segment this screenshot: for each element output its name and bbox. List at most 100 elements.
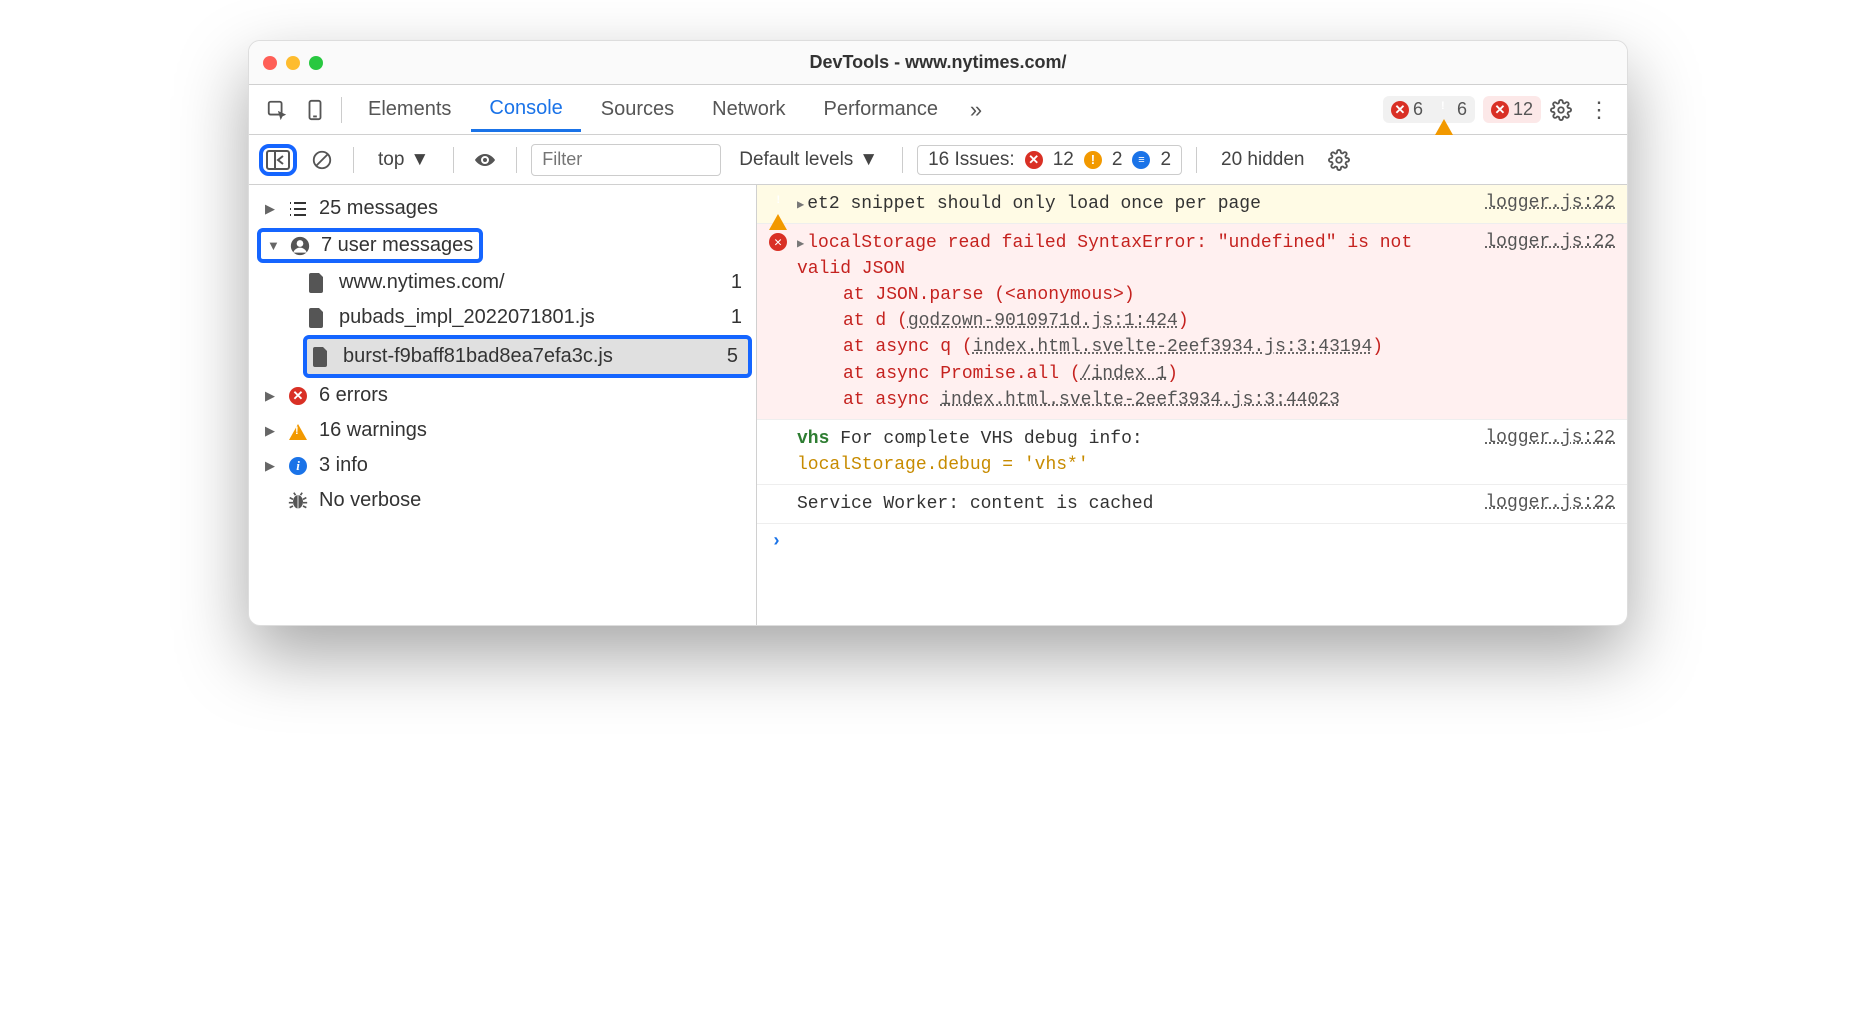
sidebar-file-item[interactable]: pubads_impl_2022071801.js 1 bbox=[303, 300, 752, 335]
filter-input[interactable] bbox=[531, 144, 721, 176]
stack-link[interactable]: index.html.svelte-2eef3934.js:3:44023 bbox=[940, 390, 1340, 410]
header-error-count: 6 bbox=[1413, 99, 1423, 120]
warnings-label: 16 warnings bbox=[319, 419, 744, 442]
console-body: ▶ 25 messages ▼ 7 user messages bbox=[249, 185, 1627, 625]
stack-link[interactable]: index.html.svelte-2eef3934.js:3:43194 bbox=[973, 337, 1373, 357]
sidebar-file-item[interactable]: www.nytimes.com/ 1 bbox=[303, 265, 752, 300]
header-extra-count: 12 bbox=[1513, 99, 1533, 120]
inspect-element-icon[interactable] bbox=[259, 92, 295, 128]
warning-icon bbox=[287, 422, 309, 440]
file-count: 1 bbox=[731, 306, 742, 329]
sidebar-item-messages[interactable]: ▶ 25 messages bbox=[257, 191, 752, 226]
message-source-link[interactable]: logger.js:22 bbox=[1485, 230, 1615, 252]
divider bbox=[341, 97, 342, 123]
header-extra-badge[interactable]: ✕ 12 bbox=[1483, 96, 1541, 123]
sidebar-item-user-messages[interactable]: ▼ 7 user messages bbox=[257, 228, 483, 263]
error-line-1: localStorage read failed SyntaxError: "u… bbox=[797, 233, 1412, 279]
console-prompt[interactable]: › bbox=[757, 524, 1627, 560]
clear-console-icon[interactable] bbox=[305, 143, 339, 177]
file-name: www.nytimes.com/ bbox=[339, 271, 721, 294]
error-icon: ✕ bbox=[287, 387, 309, 405]
stack-link[interactable]: godzown-9010971d.js:1:424 bbox=[908, 311, 1178, 331]
tab-network[interactable]: Network bbox=[694, 88, 803, 131]
message-source-link[interactable]: logger.js:22 bbox=[1485, 426, 1615, 448]
more-tabs-icon[interactable]: » bbox=[958, 92, 994, 128]
sidebar-file-item[interactable]: burst-f9baff81bad8ea7efa3c.js 5 bbox=[303, 335, 752, 378]
warning-icon bbox=[769, 191, 787, 214]
message-tag: vhs bbox=[797, 429, 829, 449]
error-icon: ✕ bbox=[769, 230, 787, 251]
header-error-warn-badge[interactable]: ✕ 6 6 bbox=[1383, 96, 1475, 123]
message-source-link[interactable]: logger.js:22 bbox=[1485, 191, 1615, 213]
stack-prefix: at d ( bbox=[843, 311, 908, 331]
stack-prefix: at async Promise.all ( bbox=[843, 364, 1081, 384]
user-messages-children: www.nytimes.com/ 1 pubads_impl_202207180… bbox=[257, 265, 752, 378]
error-icon: ✕ bbox=[1491, 101, 1509, 119]
caret-right-icon: ▶ bbox=[265, 201, 277, 217]
message-code: localStorage.debug = 'vhs*' bbox=[797, 455, 1089, 475]
live-expression-icon[interactable] bbox=[468, 143, 502, 177]
hidden-label: 20 hidden bbox=[1221, 149, 1304, 171]
window-title: DevTools - www.nytimes.com/ bbox=[249, 52, 1627, 73]
stack-link[interactable]: /index 1 bbox=[1081, 364, 1167, 384]
verbose-label: No verbose bbox=[319, 489, 744, 512]
tab-elements[interactable]: Elements bbox=[350, 88, 469, 131]
info-icon: i bbox=[287, 457, 309, 475]
file-name: pubads_impl_2022071801.js bbox=[339, 306, 721, 329]
settings-icon[interactable] bbox=[1543, 92, 1579, 128]
file-name: burst-f9baff81bad8ea7efa3c.js bbox=[343, 345, 717, 368]
expand-caret-icon[interactable]: ▶ bbox=[797, 237, 807, 251]
tab-sources[interactable]: Sources bbox=[583, 88, 692, 131]
caret-right-icon: ▶ bbox=[265, 388, 277, 404]
console-message-log[interactable]: vhs For complete VHS debug info: localSt… bbox=[757, 420, 1627, 485]
bug-icon bbox=[287, 491, 309, 511]
tab-console[interactable]: Console bbox=[471, 87, 580, 132]
message-text: Service Worker: content is cached bbox=[797, 494, 1153, 514]
issues-summary[interactable]: 16 Issues: ✕ 12 ! 2 ≡ 2 bbox=[917, 145, 1182, 175]
sidebar-item-warnings[interactable]: ▶ 16 warnings bbox=[257, 413, 752, 448]
prompt-caret-icon: › bbox=[771, 532, 782, 552]
list-icon bbox=[287, 201, 309, 217]
hidden-count[interactable]: 20 hidden bbox=[1211, 145, 1314, 175]
message-source-link[interactable]: logger.js:22 bbox=[1485, 491, 1615, 513]
issue-warning-icon: ! bbox=[1084, 151, 1102, 169]
console-settings-icon[interactable] bbox=[1322, 143, 1356, 177]
log-levels-selector[interactable]: Default levels ▼ bbox=[729, 145, 888, 175]
device-toggle-icon[interactable] bbox=[297, 92, 333, 128]
file-count: 1 bbox=[731, 271, 742, 294]
user-icon bbox=[289, 236, 311, 256]
errors-label: 6 errors bbox=[319, 384, 744, 407]
devtools-window: DevTools - www.nytimes.com/ Elements Con… bbox=[248, 40, 1628, 626]
divider bbox=[353, 147, 354, 173]
stack-line: at JSON.parse (<anonymous>) bbox=[797, 282, 1475, 308]
header-warning-count: 6 bbox=[1457, 99, 1467, 120]
issue-warning-count: 2 bbox=[1112, 149, 1123, 171]
console-sidebar: ▶ 25 messages ▼ 7 user messages bbox=[249, 185, 757, 625]
sidebar-item-errors[interactable]: ▶ ✕ 6 errors bbox=[257, 378, 752, 413]
tab-performance[interactable]: Performance bbox=[806, 88, 957, 131]
issue-message-count: 2 bbox=[1160, 149, 1171, 171]
message-text: For complete VHS debug info: bbox=[840, 429, 1142, 449]
spacer-icon bbox=[769, 426, 787, 429]
console-message-error[interactable]: ✕ ▶localStorage read failed SyntaxError:… bbox=[757, 224, 1627, 420]
kebab-menu-icon[interactable]: ⋮ bbox=[1581, 92, 1617, 128]
console-message-log[interactable]: Service Worker: content is cached logger… bbox=[757, 485, 1627, 524]
stack-suffix: ) bbox=[1372, 337, 1383, 357]
caret-down-icon: ▼ bbox=[267, 238, 279, 253]
context-selector[interactable]: top ▼ bbox=[368, 145, 439, 175]
sidebar-item-verbose[interactable]: No verbose bbox=[257, 483, 752, 518]
issue-error-icon: ✕ bbox=[1025, 151, 1043, 169]
console-toolbar: top ▼ Default levels ▼ 16 Issues: ✕ 12 !… bbox=[249, 135, 1627, 185]
warning-icon bbox=[1435, 99, 1453, 120]
divider bbox=[516, 147, 517, 173]
console-message-warning[interactable]: ▶et2 snippet should only load once per p… bbox=[757, 185, 1627, 224]
stack-suffix: ) bbox=[1178, 311, 1189, 331]
file-icon bbox=[309, 308, 329, 328]
toggle-sidebar-button[interactable] bbox=[259, 144, 297, 176]
expand-caret-icon[interactable]: ▶ bbox=[797, 198, 807, 212]
user-messages-label: 7 user messages bbox=[321, 234, 473, 257]
messages-label: 25 messages bbox=[319, 197, 744, 220]
divider bbox=[453, 147, 454, 173]
sidebar-item-info[interactable]: ▶ i 3 info bbox=[257, 448, 752, 483]
issues-label: 16 Issues: bbox=[928, 149, 1015, 171]
